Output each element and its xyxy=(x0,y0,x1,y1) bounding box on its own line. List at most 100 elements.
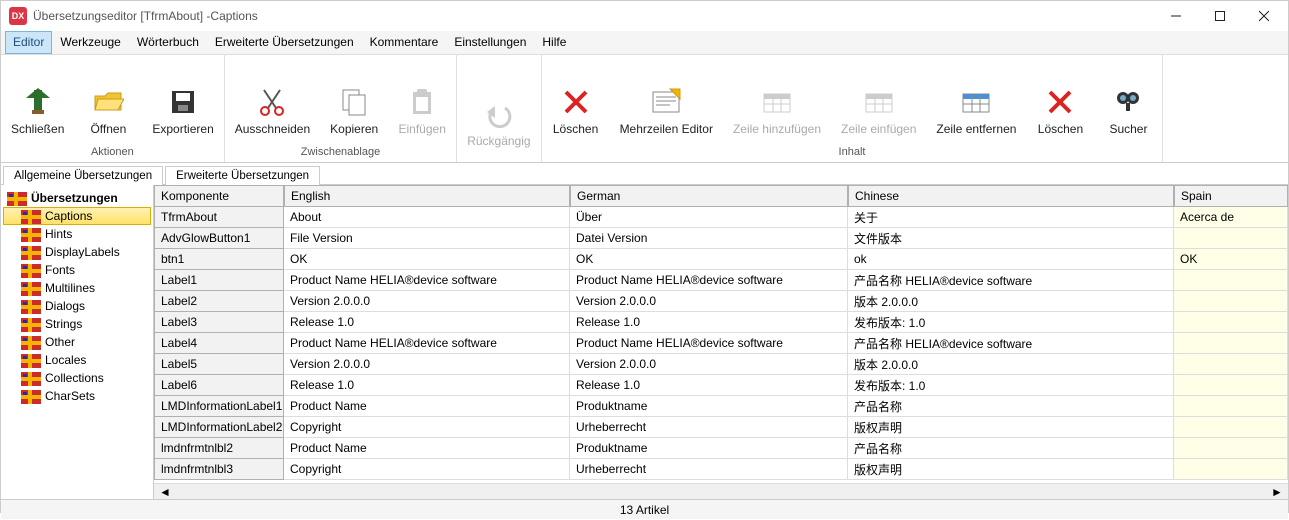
table-row[interactable]: TfrmAboutAboutÜber关于Acerca de xyxy=(154,207,1288,228)
cell-es[interactable] xyxy=(1174,396,1288,417)
cell-cn[interactable]: 版权声明 xyxy=(848,417,1174,438)
cell-cn[interactable]: 产品名称 HELIA®device software xyxy=(848,270,1174,291)
menu-item-werkzeuge[interactable]: Werkzeuge xyxy=(52,31,128,54)
cell-de[interactable]: Product Name HELIA®device software xyxy=(570,333,848,354)
cell-de[interactable]: Datei Version xyxy=(570,228,848,249)
table-row[interactable]: Label6Release 1.0Release 1.0发布版本: 1.0 xyxy=(154,375,1288,396)
column-header-spain[interactable]: Spain xyxy=(1174,185,1288,207)
cell-de[interactable]: Über xyxy=(570,207,848,228)
sidebar-item-locales[interactable]: Locales xyxy=(3,351,151,369)
table-row[interactable]: lmdnfrmtnlbl3CopyrightUrheberrecht版权声明 xyxy=(154,459,1288,480)
cell-es[interactable] xyxy=(1174,333,1288,354)
cell-en[interactable]: Copyright xyxy=(284,459,570,480)
cell-en[interactable]: Product Name xyxy=(284,396,570,417)
scroll-right-icon[interactable]: ► xyxy=(1270,487,1284,497)
cell-es[interactable] xyxy=(1174,312,1288,333)
sidebar-item-strings[interactable]: Strings xyxy=(3,315,151,333)
sidebar-item-displaylabels[interactable]: DisplayLabels xyxy=(3,243,151,261)
cell-en[interactable]: Version 2.0.0.0 xyxy=(284,291,570,312)
cell-es[interactable] xyxy=(1174,228,1288,249)
tab-0[interactable]: Allgemeine Übersetzungen xyxy=(3,166,163,185)
cell-cn[interactable]: 版权声明 xyxy=(848,459,1174,480)
menu-item-erweiterte übersetzungen[interactable]: Erweiterte Übersetzungen xyxy=(207,31,362,54)
table-row[interactable]: Label3Release 1.0Release 1.0发布版本: 1.0 xyxy=(154,312,1288,333)
sidebar-item-charsets[interactable]: CharSets xyxy=(3,387,151,405)
cell-comp[interactable]: Label6 xyxy=(154,375,284,396)
maximize-button[interactable] xyxy=(1198,2,1242,30)
delete2-btn[interactable]: Löschen xyxy=(1026,55,1094,142)
menu-item-kommentare[interactable]: Kommentare xyxy=(362,31,447,54)
menu-item-editor[interactable]: Editor xyxy=(5,31,52,54)
cell-cn[interactable]: 产品名称 xyxy=(848,438,1174,459)
table-row[interactable]: Label1 Product Name HELIA®device software… xyxy=(154,270,1288,291)
cell-es[interactable] xyxy=(1174,291,1288,312)
cell-es[interactable]: Acerca de xyxy=(1174,207,1288,228)
column-header-chinese[interactable]: Chinese xyxy=(848,185,1174,207)
cell-en[interactable]: Version 2.0.0.0 xyxy=(284,354,570,375)
cell-es[interactable] xyxy=(1174,375,1288,396)
cell-cn[interactable]: 版本 2.0.0.0 xyxy=(848,291,1174,312)
cell-comp[interactable]: LMDInformationLabel1 xyxy=(154,396,284,417)
tab-1[interactable]: Erweiterte Übersetzungen xyxy=(165,166,320,185)
sidebar-item-fonts[interactable]: Fonts xyxy=(3,261,151,279)
close-btn[interactable]: Schließen xyxy=(1,55,74,142)
cell-es[interactable] xyxy=(1174,459,1288,480)
cell-es[interactable] xyxy=(1174,270,1288,291)
cell-es[interactable] xyxy=(1174,438,1288,459)
cell-comp[interactable]: LMDInformationLabel2 xyxy=(154,417,284,438)
cell-de[interactable]: Release 1.0 xyxy=(570,375,848,396)
cell-comp[interactable]: Label3 xyxy=(154,312,284,333)
multiline-btn[interactable]: Mehrzeilen Editor xyxy=(610,55,723,142)
table-row[interactable]: LMDInformationLabel2CopyrightUrheberrech… xyxy=(154,417,1288,438)
open-btn[interactable]: Öffnen xyxy=(74,55,142,142)
minimize-button[interactable] xyxy=(1154,2,1198,30)
sidebar-item-captions[interactable]: Captions xyxy=(3,207,151,225)
cell-en[interactable]: Product Name HELIA®device software xyxy=(284,333,570,354)
cell-comp[interactable]: Label2 xyxy=(154,291,284,312)
cell-es[interactable] xyxy=(1174,417,1288,438)
cell-comp[interactable]: lmdnfrmtnlbl3 xyxy=(154,459,284,480)
cell-cn[interactable]: 发布版本: 1.0 xyxy=(848,312,1174,333)
table-row[interactable]: btn1OKOKokOK xyxy=(154,249,1288,270)
cell-comp[interactable]: Label5 xyxy=(154,354,284,375)
scroll-left-icon[interactable]: ◄ xyxy=(158,487,172,497)
cell-de[interactable]: Product Name HELIA®device software xyxy=(570,270,848,291)
delrow-btn[interactable]: Zeile entfernen xyxy=(926,55,1026,142)
cell-cn[interactable]: 版本 2.0.0.0 xyxy=(848,354,1174,375)
cell-es[interactable] xyxy=(1174,354,1288,375)
cell-de[interactable]: Urheberrecht xyxy=(570,459,848,480)
search-btn[interactable]: Sucher xyxy=(1094,55,1162,142)
table-row[interactable]: Label2Version 2.0.0.0Version 2.0.0.0版本 2… xyxy=(154,291,1288,312)
horizontal-scrollbar[interactable]: ◄ ► xyxy=(154,483,1288,499)
cell-en[interactable]: About xyxy=(284,207,570,228)
sidebar-item-dialogs[interactable]: Dialogs xyxy=(3,297,151,315)
delete-btn[interactable]: Löschen xyxy=(542,55,610,142)
cell-en[interactable]: Copyright xyxy=(284,417,570,438)
cell-comp[interactable]: btn1 xyxy=(154,249,284,270)
cell-comp[interactable]: lmdnfrmtnlbl2 xyxy=(154,438,284,459)
table-row[interactable]: AdvGlowButton1File VersionDatei Version文… xyxy=(154,228,1288,249)
export-btn[interactable]: Exportieren xyxy=(142,55,223,142)
table-row[interactable]: Label4Product Name HELIA®device software… xyxy=(154,333,1288,354)
cell-es[interactable]: OK xyxy=(1174,249,1288,270)
column-header-english[interactable]: English xyxy=(284,185,570,207)
cell-cn[interactable]: 关于 xyxy=(848,207,1174,228)
sidebar-item-multilines[interactable]: Multilines xyxy=(3,279,151,297)
cell-comp[interactable]: AdvGlowButton1 xyxy=(154,228,284,249)
cell-cn[interactable]: ok xyxy=(848,249,1174,270)
copy-btn[interactable]: Kopieren xyxy=(320,55,388,142)
cell-en[interactable]: OK xyxy=(284,249,570,270)
column-header-german[interactable]: German xyxy=(570,185,848,207)
column-header-komponente[interactable]: Komponente xyxy=(154,185,284,207)
table-row[interactable]: LMDInformationLabel1Product NameProduktn… xyxy=(154,396,1288,417)
cell-en[interactable]: File Version xyxy=(284,228,570,249)
cell-de[interactable]: OK xyxy=(570,249,848,270)
menu-item-wörterbuch[interactable]: Wörterbuch xyxy=(129,31,207,54)
cell-en[interactable]: Release 1.0 xyxy=(284,312,570,333)
table-row[interactable]: lmdnfrmtnlbl2Product NameProduktname产品名称 xyxy=(154,438,1288,459)
cell-de[interactable]: Release 1.0 xyxy=(570,312,848,333)
cell-comp[interactable]: Label4 xyxy=(154,333,284,354)
cell-comp[interactable]: Label1 xyxy=(154,270,284,291)
cell-cn[interactable]: 产品名称 HELIA®device software xyxy=(848,333,1174,354)
cell-de[interactable]: Produktname xyxy=(570,438,848,459)
